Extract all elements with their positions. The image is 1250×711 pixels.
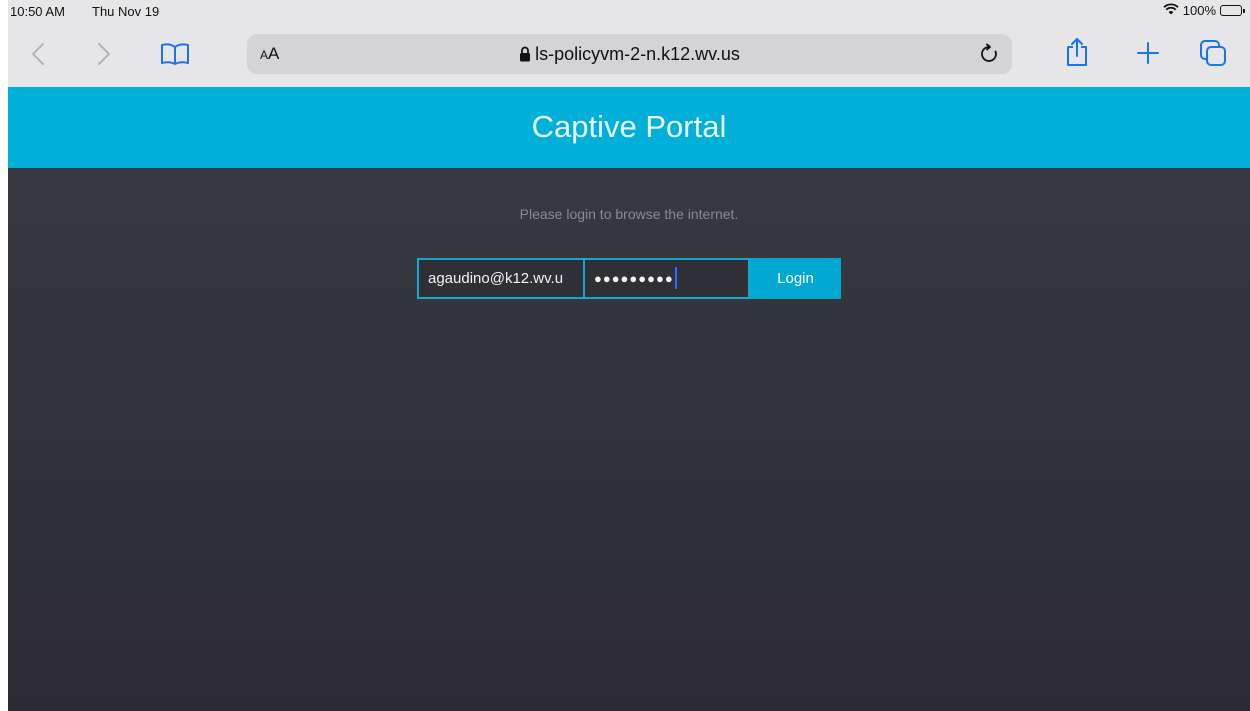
status-time: 10:50 AM xyxy=(10,4,65,19)
share-icon[interactable] xyxy=(1064,36,1090,68)
password-field[interactable]: ●●●●●●●●● xyxy=(583,258,750,299)
captive-portal-page: Captive Portal Please login to browse th… xyxy=(8,87,1250,711)
url-text: ls-policyvm-2-n.k12.wv.us xyxy=(535,44,740,64)
address-bar[interactable]: AA ls-policyvm-2-n.k12.wv.us xyxy=(247,34,1012,74)
portal-header: Captive Portal xyxy=(8,87,1250,168)
battery-percent: 100% xyxy=(1182,3,1216,18)
tabs-icon[interactable] xyxy=(1198,38,1228,68)
url-display[interactable]: ls-policyvm-2-n.k12.wv.us xyxy=(247,44,1012,67)
email-field[interactable]: agaudino@k12.wv.u xyxy=(417,258,585,299)
login-prompt: Please login to browse the internet. xyxy=(519,206,739,222)
login-form: agaudino@k12.wv.u ●●●●●●●●● Login xyxy=(417,258,841,299)
password-mask: ●●●●●●●●● xyxy=(594,271,674,286)
battery-icon xyxy=(1220,5,1245,16)
wifi-icon xyxy=(1163,3,1179,18)
page-title: Captive Portal xyxy=(531,109,727,144)
status-date: Thu Nov 19 xyxy=(92,4,160,19)
login-button[interactable]: Login xyxy=(750,258,841,299)
lock-icon xyxy=(519,46,531,67)
browser-frame: 10:50 AM Thu Nov 19 100% AA ls-policyvm-… xyxy=(8,0,1250,711)
plus-icon[interactable] xyxy=(1135,40,1161,66)
status-bar: 10:50 AM Thu Nov 19 100% xyxy=(8,0,1250,20)
status-right: 100% xyxy=(1163,3,1245,18)
browser-toolbar: AA ls-policyvm-2-n.k12.wv.us xyxy=(8,20,1250,87)
back-icon[interactable] xyxy=(26,40,50,68)
text-caret xyxy=(674,267,677,289)
forward-icon[interactable] xyxy=(92,40,116,68)
bookmarks-icon[interactable] xyxy=(158,40,192,68)
reload-icon[interactable] xyxy=(978,43,1000,65)
